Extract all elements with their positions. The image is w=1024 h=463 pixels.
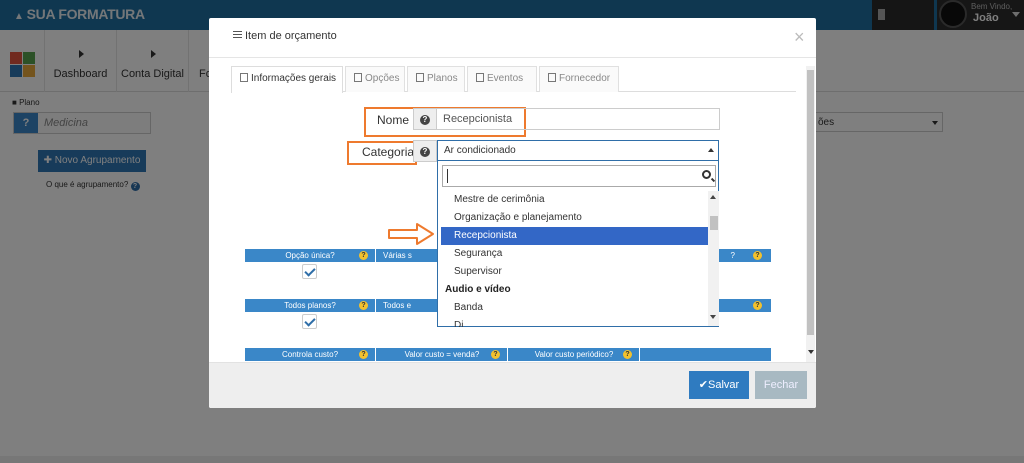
dropdown-options: Mestre de cerimônia Organização e planej… xyxy=(438,191,708,327)
modal-footer: ✔Salvar Fechar xyxy=(209,362,816,408)
list-icon xyxy=(354,73,362,82)
tab-planos[interactable]: Planos xyxy=(407,66,465,92)
help-icon[interactable]: ? xyxy=(359,251,368,260)
question-icon: ? xyxy=(420,147,430,157)
dropdown-option[interactable]: Dj xyxy=(441,317,708,327)
list-icon xyxy=(233,31,242,39)
calendar-icon xyxy=(476,73,484,82)
help-icon[interactable]: ? xyxy=(359,350,368,359)
scroll-down-icon[interactable] xyxy=(808,350,814,354)
nome-input[interactable]: Recepcionista xyxy=(436,108,720,130)
table-header: Opção única? xyxy=(245,249,376,262)
table-header-row: Controla custo? ? Valor custo = venda? ?… xyxy=(245,348,771,361)
item-orcamento-modal: Item de orçamento × Informações gerais O… xyxy=(209,18,816,408)
tab-eventos[interactable]: Eventos xyxy=(467,66,537,92)
search-icon xyxy=(702,170,711,179)
save-button[interactable]: ✔Salvar xyxy=(689,371,749,399)
modal-header: Item de orçamento × xyxy=(209,18,816,58)
dropdown-option[interactable]: Supervisor xyxy=(441,263,708,281)
nome-label: Nome xyxy=(377,113,410,127)
categoria-label: Categoria xyxy=(362,145,415,159)
nome-help-button[interactable]: ? xyxy=(413,108,437,130)
scroll-thumb[interactable] xyxy=(807,70,814,335)
table-header: Controla custo? xyxy=(245,348,376,361)
modal-title: Item de orçamento xyxy=(233,30,337,42)
categoria-dropdown: Mestre de cerimônia Organização e planej… xyxy=(437,161,719,327)
categoria-help-button[interactable]: ? xyxy=(413,140,437,162)
table-header: Valor custo periódico? xyxy=(509,348,640,361)
close-icon[interactable]: × xyxy=(794,28,805,46)
modal-body: Informações gerais Opções Planos Eventos… xyxy=(209,58,816,362)
table-header: Todos planos? xyxy=(245,299,376,312)
scroll-up-icon[interactable] xyxy=(710,195,716,199)
arrow-right-icon xyxy=(388,223,434,245)
opcao-unica-checkbox[interactable] xyxy=(302,264,317,279)
tab-informacoes-gerais[interactable]: Informações gerais xyxy=(231,66,343,93)
todos-planos-checkbox[interactable] xyxy=(302,314,317,329)
dropdown-option[interactable]: Mestre de cerimônia xyxy=(441,191,708,209)
file-icon xyxy=(240,73,248,82)
dropdown-option[interactable]: Segurança xyxy=(441,245,708,263)
scroll-thumb[interactable] xyxy=(710,216,718,230)
help-icon[interactable]: ? xyxy=(623,350,632,359)
help-icon[interactable]: ? xyxy=(491,350,500,359)
tab-fornecedor[interactable]: Fornecedor xyxy=(539,66,619,92)
dropdown-search-input[interactable] xyxy=(442,165,716,187)
truck-icon xyxy=(548,73,556,82)
table-header: Valor custo = venda? xyxy=(377,348,508,361)
scroll-down-icon[interactable] xyxy=(710,315,716,319)
modal-scrollbar[interactable] xyxy=(806,66,815,362)
help-icon[interactable]: ? xyxy=(359,301,368,310)
dropdown-option-selected[interactable]: Recepcionista xyxy=(441,227,708,245)
tab-bar: Informações gerais Opções Planos Eventos… xyxy=(231,66,796,93)
help-icon[interactable]: ? xyxy=(753,301,762,310)
table-header xyxy=(641,348,771,361)
tab-opcoes[interactable]: Opções xyxy=(345,66,405,92)
grid-icon xyxy=(416,73,424,82)
caret-up-icon xyxy=(708,148,714,152)
dropdown-scrollbar[interactable] xyxy=(708,191,719,326)
question-icon: ? xyxy=(420,115,430,125)
help-icon[interactable]: ? xyxy=(753,251,762,260)
dropdown-option[interactable]: Organização e planejamento xyxy=(441,209,708,227)
dropdown-group-label: Audio e vídeo xyxy=(445,284,511,295)
close-button[interactable]: Fechar xyxy=(755,371,807,399)
categoria-select[interactable]: Ar condicionado xyxy=(437,140,719,161)
dropdown-option[interactable]: Banda xyxy=(441,299,708,317)
text-cursor xyxy=(447,169,448,183)
